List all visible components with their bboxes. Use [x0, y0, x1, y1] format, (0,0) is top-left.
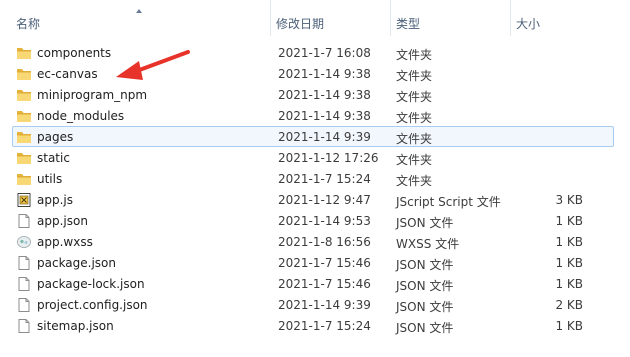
- red-arrow-icon: [116, 50, 190, 80]
- annotation-arrow: [116, 50, 190, 80]
